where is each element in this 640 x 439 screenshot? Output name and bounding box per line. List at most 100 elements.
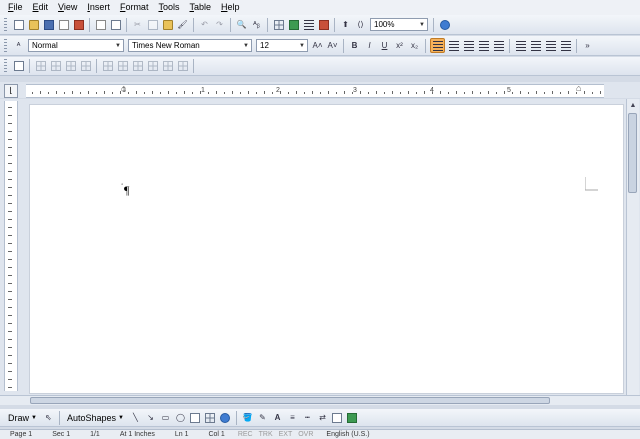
redo-button[interactable]: ↷	[213, 18, 226, 31]
email-button[interactable]	[72, 18, 85, 31]
subscript-button[interactable]: x₂	[408, 39, 421, 52]
document-page[interactable]: ¶	[30, 105, 623, 393]
find-button[interactable]: 🔍	[235, 18, 248, 31]
toolbar-options-button[interactable]: »	[581, 39, 594, 52]
oval-button[interactable]: ◯	[174, 411, 187, 424]
numbering-button[interactable]	[514, 39, 527, 52]
tab-selector[interactable]: ⌊	[4, 84, 18, 98]
toolbar-grip[interactable]	[4, 59, 7, 73]
horizontal-scrollbar[interactable]	[0, 395, 640, 405]
open-button[interactable]	[27, 18, 40, 31]
3d-style-button[interactable]	[346, 411, 359, 424]
bold-button[interactable]: B	[348, 39, 361, 52]
underline-button[interactable]: U	[378, 39, 391, 52]
increase-indent-button[interactable]	[559, 39, 572, 52]
status-trk[interactable]: TRK	[256, 431, 276, 438]
draw-table-button[interactable]	[12, 60, 25, 73]
shrink-font-button[interactable]: A˅	[326, 39, 339, 52]
dash-style-button[interactable]: ┅	[301, 411, 314, 424]
toolbar-grip[interactable]	[4, 38, 7, 53]
menu-table[interactable]: Table	[184, 0, 216, 15]
horizontal-ruler[interactable]: 1 1 2 3 4 5 ⌂ ⌂	[26, 83, 604, 98]
shadow-style-button[interactable]	[331, 411, 344, 424]
toolbar-separator	[433, 17, 434, 32]
insert-columns-button[interactable]	[49, 60, 62, 73]
rectangle-button[interactable]: ▭	[159, 411, 172, 424]
superscript-button[interactable]: x²	[393, 39, 406, 52]
status-rec[interactable]: REC	[235, 431, 256, 438]
status-ovr[interactable]: OVR	[295, 431, 316, 438]
save-button[interactable]	[42, 18, 55, 31]
columns-button[interactable]	[302, 18, 315, 31]
align-left-button[interactable]	[430, 38, 445, 53]
arrow-style-button[interactable]: ⇄	[316, 411, 329, 424]
toolbar-grip[interactable]	[4, 17, 7, 32]
distribute-rows-button[interactable]	[146, 60, 159, 73]
undo-button[interactable]: ↶	[198, 18, 211, 31]
menu-file[interactable]: File	[3, 0, 28, 15]
scrollbar-thumb[interactable]	[30, 397, 550, 404]
menu-edit[interactable]: Edit	[28, 0, 54, 15]
scrollbar-thumb[interactable]	[628, 113, 637, 193]
style-select[interactable]: Normal ▼	[28, 39, 124, 52]
merge-cells-button[interactable]	[101, 60, 114, 73]
bullets-button[interactable]	[529, 39, 542, 52]
new-document-button[interactable]	[12, 18, 25, 31]
scroll-up-icon[interactable]: ▲	[628, 101, 638, 111]
align-cell-button[interactable]	[131, 60, 144, 73]
menu-help[interactable]: Help	[216, 0, 245, 15]
menu-tools[interactable]: Tools	[153, 0, 184, 15]
split-cells-button[interactable]	[116, 60, 129, 73]
paste-button[interactable]	[161, 18, 174, 31]
permission-button[interactable]	[57, 18, 70, 31]
delete-rows-button[interactable]	[64, 60, 77, 73]
fill-color-button[interactable]: 🪣	[241, 411, 254, 424]
vertical-ruler[interactable]	[4, 101, 18, 391]
decrease-indent-button[interactable]	[544, 39, 557, 52]
ruler-tick	[592, 92, 593, 94]
line-color-button[interactable]: ✎	[256, 411, 269, 424]
table-autoformat-button[interactable]	[176, 60, 189, 73]
line-button[interactable]: ╲	[129, 411, 142, 424]
help-button[interactable]	[438, 18, 451, 31]
arrow-button[interactable]: ↘	[144, 411, 157, 424]
text-box-button[interactable]	[189, 411, 202, 424]
grow-font-button[interactable]: A˄	[311, 39, 324, 52]
cut-button[interactable]: ✂	[131, 18, 144, 31]
print-preview-button[interactable]	[109, 18, 122, 31]
insert-table-button[interactable]	[272, 18, 285, 31]
justify-button[interactable]	[477, 39, 490, 52]
distribute-button[interactable]	[492, 39, 505, 52]
italic-button[interactable]: I	[363, 39, 376, 52]
insert-diagram-button[interactable]	[219, 411, 232, 424]
align-right-button[interactable]	[462, 39, 475, 52]
font-color-button[interactable]: A	[271, 411, 284, 424]
delete-columns-button[interactable]	[79, 60, 92, 73]
insert-excel-button[interactable]	[287, 18, 300, 31]
menu-view[interactable]: View	[53, 0, 82, 15]
font-select[interactable]: Times New Roman ▼	[128, 39, 252, 52]
print-button[interactable]	[94, 18, 107, 31]
insert-rows-button[interactable]	[34, 60, 47, 73]
zoom-select[interactable]: 100% ▼	[370, 18, 428, 31]
font-size-select[interactable]: 12 ▼	[256, 39, 308, 52]
show-hide-button[interactable]: ⬆	[339, 18, 352, 31]
menu-format[interactable]: Format	[115, 0, 154, 15]
select-objects-button[interactable]: ⇖	[42, 411, 55, 424]
indent-marker-icon[interactable]: ⌂	[121, 83, 126, 93]
vertical-scrollbar[interactable]: ▲	[626, 99, 639, 395]
insert-wordart-button[interactable]	[204, 411, 217, 424]
styles-pane-button[interactable]: ᴬ	[12, 39, 25, 52]
draw-menu-button[interactable]: Draw ▼	[4, 413, 41, 423]
format-painter-button[interactable]: 🖌	[176, 18, 189, 31]
line-style-button[interactable]: ≡	[286, 411, 299, 424]
autoshapes-menu-button[interactable]: AutoShapes ▼	[63, 413, 128, 423]
distribute-columns-button[interactable]	[161, 60, 174, 73]
drawing-button[interactable]	[317, 18, 330, 31]
replace-button[interactable]: ᴬᵦ	[250, 18, 263, 31]
status-ext[interactable]: EXT	[276, 431, 296, 438]
paragraph-button[interactable]: ⟨⟩	[354, 18, 367, 31]
align-center-button[interactable]	[447, 39, 460, 52]
copy-button[interactable]	[146, 18, 159, 31]
menu-insert[interactable]: Insert	[82, 0, 115, 15]
